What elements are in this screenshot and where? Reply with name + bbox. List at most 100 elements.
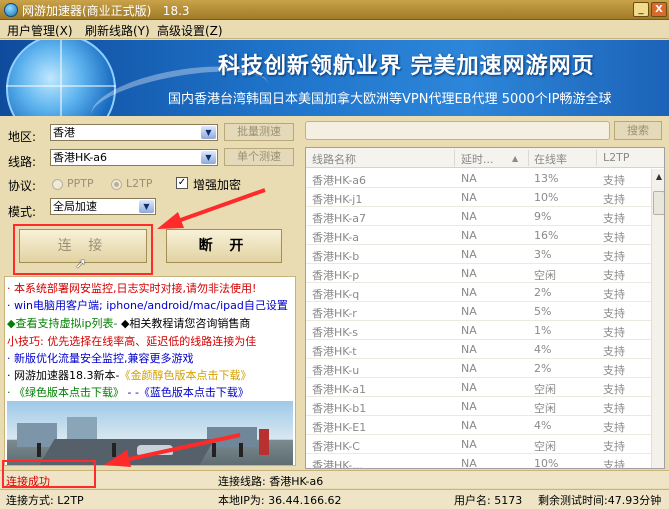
notice-line[interactable]: · 本系统部署网安监控,日志实时对接,请勿非法使用! <box>7 280 256 296</box>
cell-online-rate: 空闲 <box>534 269 556 282</box>
single-speed-test-button[interactable]: 单个测速 <box>224 148 294 166</box>
cell-latency: NA <box>461 286 477 299</box>
line-select[interactable]: 香港HK-a6 ▼ <box>50 149 218 166</box>
line-label: 线路: <box>8 155 37 169</box>
app-globe-icon <box>4 3 18 17</box>
table-row[interactable]: 香港HK-b NA 3% 支持 <box>306 245 651 264</box>
scrollbar-thumb[interactable] <box>653 191 664 215</box>
menu-user-management[interactable]: 用户管理(X) <box>7 22 73 39</box>
cell-latency: NA <box>461 305 477 318</box>
cell-online-rate: 空闲 <box>534 402 556 415</box>
cell-online-rate: 4% <box>534 419 552 432</box>
mode-label: 模式: <box>8 205 37 219</box>
window-title: 网游加速器(商业正式版) 18.3 <box>22 4 190 18</box>
cell-l2tp: 支持 <box>603 212 625 225</box>
batch-speed-test-button[interactable]: 批量测速 <box>224 123 294 141</box>
table-row[interactable]: 香港HK-p NA 空闲 支持 <box>306 264 651 283</box>
region-select[interactable]: 香港 ▼ <box>50 124 218 141</box>
table-row[interactable]: 香港HK-r NA 5% 支持 <box>306 302 651 321</box>
table-row[interactable]: 香港HK-E1 NA 4% 支持 <box>306 416 651 435</box>
cell-line-name: 香港HK-a1 <box>312 383 367 396</box>
cell-latency: NA <box>461 172 477 185</box>
mode-select[interactable]: 全局加速 ▼ <box>50 198 156 215</box>
cell-online-rate: 3% <box>534 248 552 261</box>
banner: 科技创新领航业界 完美加速网游网页 国内香港台湾韩国日本美国加拿大欧洲等VPN代… <box>0 40 669 116</box>
table-scrollbar[interactable]: ▲ <box>651 169 664 468</box>
table-row[interactable]: 香港HK-s NA 1% 支持 <box>306 321 651 340</box>
notice-line[interactable]: 小技巧: 优先选择在线率高、延迟低的线路连接为佳 <box>7 333 256 349</box>
cell-l2tp: 支持 <box>603 383 625 396</box>
table-row[interactable]: 香港HK-q NA 2% 支持 <box>306 283 651 302</box>
radio-l2tp[interactable] <box>111 179 122 190</box>
table-row[interactable]: 香港HK-... NA 10% 支持 <box>306 454 651 469</box>
cell-online-rate: 空闲 <box>534 383 556 396</box>
notice-line[interactable]: ◆查看支持虚拟ip列表- ◆相关教程请您咨询销售商 <box>7 315 250 331</box>
column-online-rate[interactable]: 在线率 <box>534 151 567 167</box>
status-bar-bottom: 连接方式: L2TP 本地IP为: 36.44.166.62 用户名: 5173… <box>0 489 669 509</box>
protocol-label: 协议: <box>8 179 37 193</box>
table-row[interactable]: 香港HK-a7 NA 9% 支持 <box>306 207 651 226</box>
notice-line[interactable]: · 新版优化流量安全监控,兼容更多游戏 <box>7 350 194 366</box>
chevron-down-icon: ▼ <box>201 151 216 164</box>
menu-refresh-lines[interactable]: 刷新线路(Y) <box>85 22 150 39</box>
cell-latency: NA <box>461 400 477 413</box>
enhanced-encryption-checkbox[interactable]: ✓ <box>176 177 188 189</box>
line-value: 香港HK-a6 <box>53 151 108 164</box>
notice-line[interactable]: · 网游加速器18.3新本-《金颜醇色版本点击下载》 <box>7 367 251 383</box>
column-latency[interactable]: 延时... <box>461 151 494 167</box>
cell-line-name: 香港HK-j1 <box>312 193 363 206</box>
cell-l2tp: 支持 <box>603 250 625 263</box>
minimize-button[interactable]: _ <box>633 2 649 17</box>
table-row[interactable]: 香港HK-a1 NA 空闲 支持 <box>306 378 651 397</box>
search-button[interactable]: 搜索 <box>614 121 662 140</box>
close-button[interactable]: X <box>651 2 667 17</box>
status-bar-top: 连接成功 连接线路: 香港HK-a6 <box>0 470 669 488</box>
cell-latency: NA <box>461 457 477 469</box>
menu-bar: 用户管理(X) 刷新线路(Y) 高级设置(Z) <box>0 20 669 39</box>
mode-value: 全局加速 <box>53 200 97 213</box>
search-input[interactable] <box>305 121 610 140</box>
cell-latency: NA <box>461 362 477 375</box>
table-row[interactable]: 香港HK-a NA 16% 支持 <box>306 226 651 245</box>
cell-online-rate: 5% <box>534 305 552 318</box>
cell-line-name: 香港HK-p <box>312 269 360 282</box>
cell-l2tp: 支持 <box>603 459 625 469</box>
column-line-name[interactable]: 线路名称 <box>312 151 356 167</box>
radio-pptp-label: PPTP <box>67 177 94 190</box>
table-row[interactable]: 香港HK-j1 NA 10% 支持 <box>306 188 651 207</box>
enhanced-encryption-label: 增强加密 <box>193 178 242 192</box>
table-row[interactable]: 香港HK-t NA 4% 支持 <box>306 340 651 359</box>
cell-online-rate: 13% <box>534 172 559 185</box>
cell-online-rate: 2% <box>534 362 552 375</box>
cell-l2tp: 支持 <box>603 288 625 301</box>
region-label: 地区: <box>8 130 37 144</box>
cell-line-name: 香港HK-r <box>312 307 357 320</box>
notice-line[interactable]: · 《绿色版本点击下载》 - -《蓝色版本点击下载》 <box>7 384 249 400</box>
scroll-up-icon[interactable]: ▲ <box>653 170 664 183</box>
cell-online-rate: 4% <box>534 343 552 356</box>
remaining-test-time: 剩余测试时间:47.93分钟 <box>538 494 662 507</box>
table-row[interactable]: 香港HK-a6 NA 13% 支持 <box>306 169 651 188</box>
cell-l2tp: 支持 <box>603 231 625 244</box>
cell-line-name: 香港HK-t <box>312 345 357 358</box>
cell-online-rate: 1% <box>534 324 552 337</box>
line-table: 线路名称 延时... ▲ 在线率 L2TP 香港HK-a6 NA 13% 支持 香港HK… <box>305 147 665 469</box>
table-row[interactable]: 香港HK-u NA 2% 支持 <box>306 359 651 378</box>
cell-online-rate: 10% <box>534 191 559 204</box>
column-l2tp[interactable]: L2TP <box>603 151 629 164</box>
cell-l2tp: 支持 <box>603 307 625 320</box>
cell-l2tp: 支持 <box>603 193 625 206</box>
cell-l2tp: 支持 <box>603 269 625 282</box>
cell-latency: NA <box>461 229 477 242</box>
cell-online-rate: 16% <box>534 229 559 242</box>
disconnect-button[interactable]: 断 开 <box>166 229 282 263</box>
radio-pptp[interactable] <box>52 179 63 190</box>
cell-latency: NA <box>461 248 477 261</box>
menu-advanced-settings[interactable]: 高级设置(Z) <box>157 22 223 39</box>
cell-line-name: 香港HK-a <box>312 231 360 244</box>
cell-l2tp: 支持 <box>603 421 625 434</box>
notice-line[interactable]: · win电脑用客户端; iphone/android/mac/ipad自己设置 <box>7 297 288 313</box>
table-row[interactable]: 香港HK-b1 NA 空闲 支持 <box>306 397 651 416</box>
cell-line-name: 香港HK-a7 <box>312 212 367 225</box>
table-row[interactable]: 香港HK-C NA 空闲 支持 <box>306 435 651 454</box>
